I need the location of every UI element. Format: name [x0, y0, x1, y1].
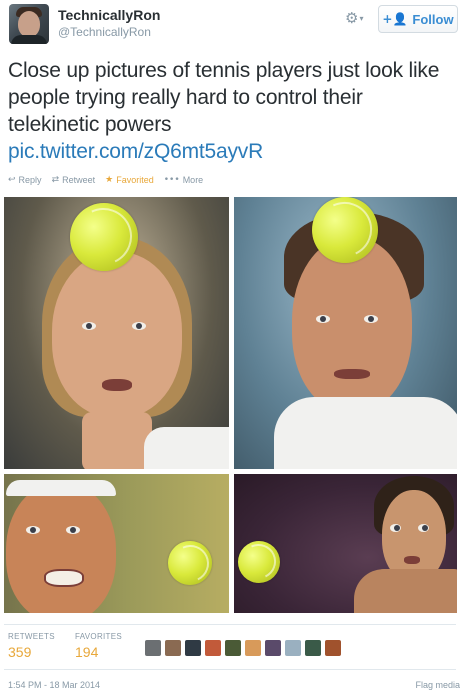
- reply-button[interactable]: ↩ Reply: [8, 175, 42, 185]
- flag-media-link[interactable]: Flag media: [415, 680, 460, 690]
- favoriter-avatar[interactable]: [165, 640, 181, 656]
- tweet-text: Close up pictures of tennis players just…: [8, 57, 453, 165]
- favorite-label: Favorited: [116, 175, 154, 185]
- favorites-label: FAVORITES: [75, 632, 123, 641]
- gear-icon: ⚙: [345, 9, 359, 27]
- reply-label: Reply: [18, 175, 42, 185]
- tweet-header: TechnicallyRon @TechnicallyRon ⚙▾ +👤 Fol…: [4, 0, 466, 50]
- tennis-photo-2[interactable]: [234, 197, 457, 469]
- favoriter-avatars: [145, 640, 341, 656]
- favoriter-avatar[interactable]: [185, 640, 201, 656]
- retweets-label: RETWEETS: [8, 632, 55, 641]
- tweet-actions: ↩ Reply ⇄ Retweet ★ Favorited ••• More: [8, 175, 203, 185]
- display-name[interactable]: TechnicallyRon: [58, 7, 160, 23]
- user-avatar[interactable]: [9, 4, 49, 44]
- tweet: TechnicallyRon @TechnicallyRon ⚙▾ +👤 Fol…: [0, 0, 470, 700]
- favoriter-avatar[interactable]: [325, 640, 341, 656]
- star-icon: ★: [105, 175, 114, 185]
- more-button[interactable]: ••• More: [164, 175, 203, 185]
- settings-dropdown[interactable]: ⚙▾: [345, 9, 363, 27]
- reply-icon: ↩: [8, 175, 16, 185]
- favoriter-avatar[interactable]: [245, 640, 261, 656]
- follow-label: Follow: [412, 11, 454, 27]
- divider: [4, 669, 456, 670]
- more-icon: •••: [163, 175, 180, 185]
- retweet-icon: ⇄: [51, 175, 60, 185]
- user-handle[interactable]: @TechnicallyRon: [58, 25, 151, 39]
- favoriter-avatar[interactable]: [265, 640, 281, 656]
- tweet-timestamp[interactable]: 1:54 PM - 18 Mar 2014: [8, 680, 100, 690]
- tennis-photo-3[interactable]: [4, 474, 229, 613]
- tweet-stats: RETWEETS 359 FAVORITES 194: [4, 632, 138, 660]
- retweets-count: 359: [8, 644, 32, 660]
- favoriter-avatar[interactable]: [225, 640, 241, 656]
- favorites-count: 194: [75, 644, 99, 660]
- tennis-photo-4[interactable]: [234, 474, 457, 613]
- retweet-button[interactable]: ⇄ Retweet: [52, 175, 96, 185]
- tennis-photo-1[interactable]: [4, 197, 229, 469]
- chevron-down-icon: ▾: [359, 14, 364, 23]
- favoriter-avatar[interactable]: [305, 640, 321, 656]
- add-user-icon: +👤: [382, 12, 408, 26]
- retweets-stat[interactable]: RETWEETS 359: [8, 632, 71, 660]
- favorite-button[interactable]: ★ Favorited: [105, 175, 154, 185]
- divider: [4, 624, 456, 625]
- favoriter-avatar[interactable]: [205, 640, 221, 656]
- tweet-body: Close up pictures of tennis players just…: [8, 59, 440, 136]
- retweet-label: Retweet: [62, 175, 96, 185]
- favorites-stat[interactable]: FAVORITES 194: [75, 632, 138, 660]
- favoriter-avatar[interactable]: [145, 640, 161, 656]
- follow-button[interactable]: +👤 Follow: [378, 5, 458, 33]
- more-label: More: [182, 175, 204, 185]
- favoriter-avatar[interactable]: [285, 640, 301, 656]
- media-link[interactable]: pic.twitter.com/zQ6mt5ayvR: [8, 138, 453, 165]
